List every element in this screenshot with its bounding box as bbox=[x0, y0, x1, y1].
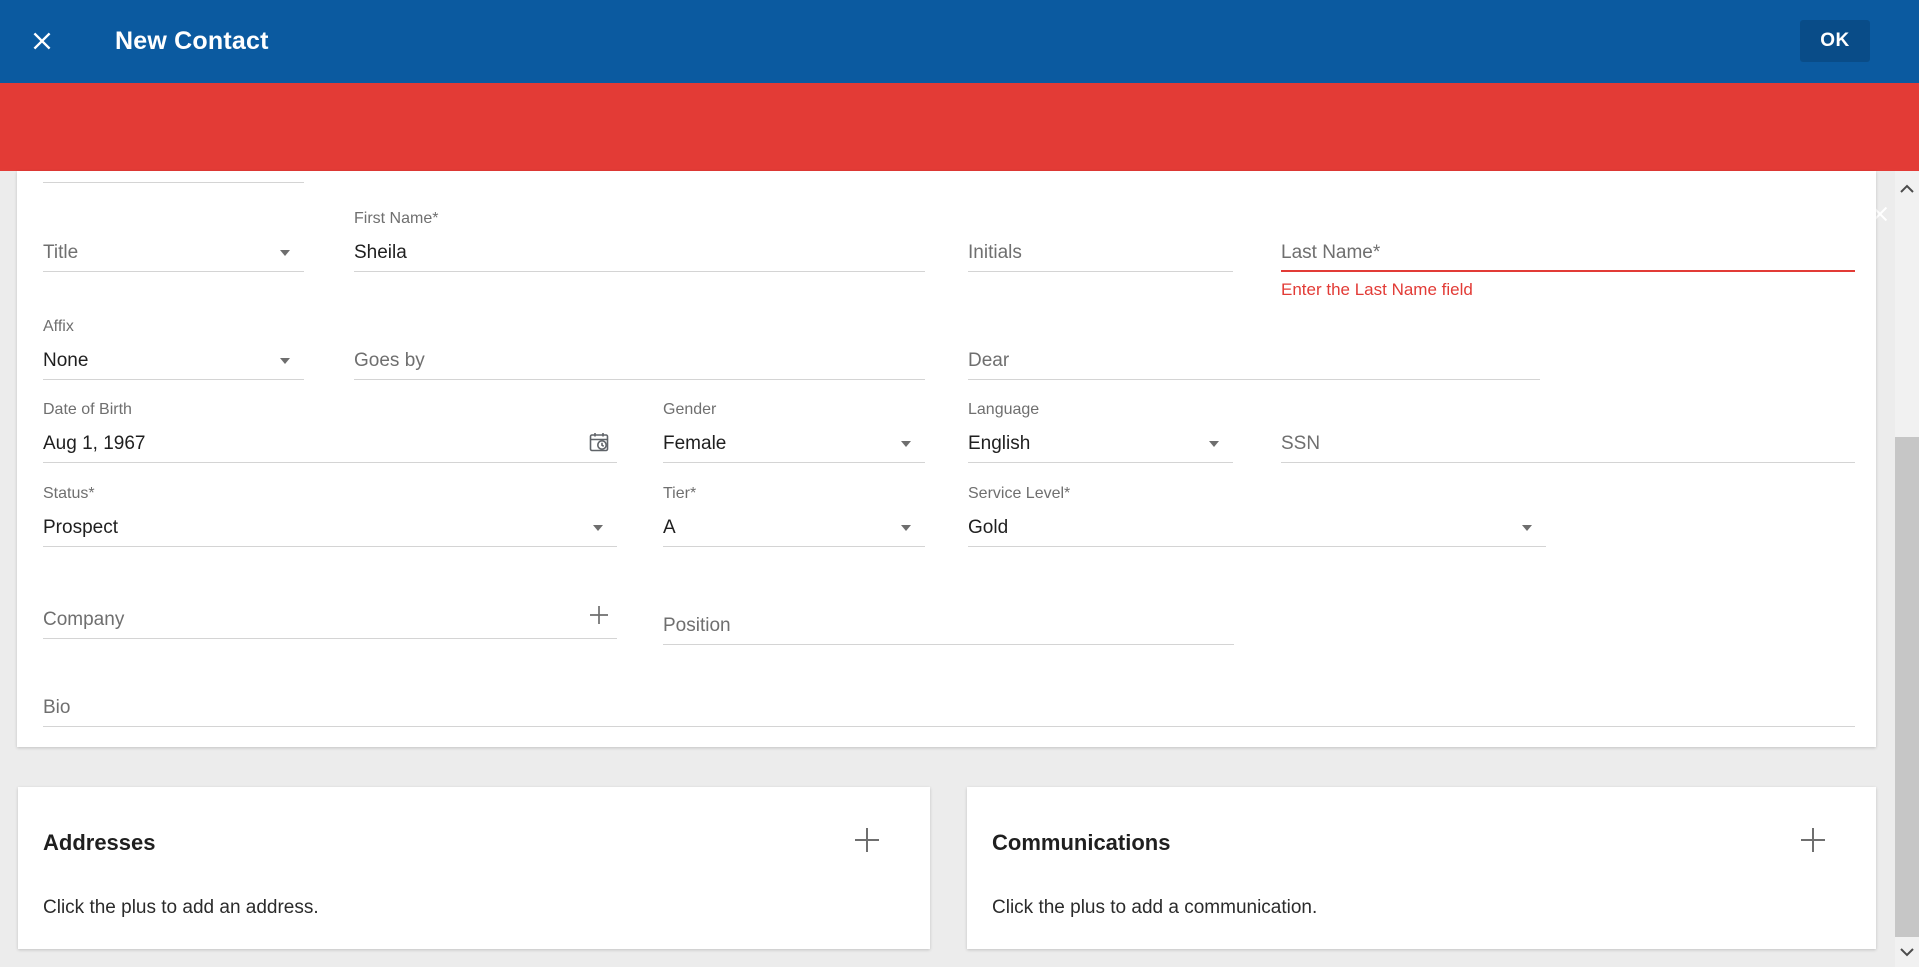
company-placeholder: Company bbox=[43, 609, 124, 631]
dropdown-arrow-icon bbox=[1522, 525, 1532, 531]
field-underline bbox=[663, 546, 925, 547]
dialog-header: New Contact OK bbox=[0, 0, 1919, 83]
date-of-birth-label: Date of Birth bbox=[43, 401, 132, 419]
tier-label: Tier* bbox=[663, 485, 696, 503]
affix-select[interactable]: Affix None bbox=[43, 318, 304, 380]
last-name-field[interactable]: Last Name* Enter the Last Name field bbox=[1281, 210, 1855, 272]
field-underline bbox=[354, 379, 925, 380]
field-underline bbox=[43, 726, 1855, 727]
plus-icon bbox=[1798, 825, 1828, 855]
title-placeholder: Title bbox=[43, 242, 78, 264]
field-underline bbox=[43, 638, 617, 639]
addresses-title: Addresses bbox=[43, 830, 156, 856]
title-select[interactable]: Title bbox=[43, 210, 304, 272]
field-underline bbox=[1281, 462, 1855, 463]
ok-button[interactable]: OK bbox=[1800, 20, 1870, 62]
addresses-hint: Click the plus to add an address. bbox=[43, 897, 319, 919]
initials-placeholder: Initials bbox=[968, 242, 1022, 264]
last-name-label: Last Name* bbox=[1281, 242, 1380, 264]
calendar-clock-icon bbox=[587, 430, 611, 454]
add-address-button[interactable] bbox=[852, 825, 882, 855]
date-of-birth-field[interactable]: Date of Birth Aug 1, 1967 bbox=[43, 401, 617, 463]
first-name-value: Sheila bbox=[354, 242, 407, 264]
service-level-select[interactable]: Service Level* Gold bbox=[968, 485, 1546, 547]
bio-field[interactable]: Bio bbox=[43, 665, 1855, 727]
dropdown-arrow-icon bbox=[280, 358, 290, 364]
field-underline bbox=[663, 462, 925, 463]
field-underline bbox=[663, 644, 1234, 645]
scrollbar-thumb[interactable] bbox=[1895, 437, 1919, 937]
communications-hint: Click the plus to add a communication. bbox=[992, 897, 1317, 919]
field-underline bbox=[43, 462, 617, 463]
gender-select[interactable]: Gender Female bbox=[663, 401, 925, 463]
plus-icon bbox=[587, 603, 611, 627]
field-underline bbox=[43, 379, 304, 380]
field-underline bbox=[968, 379, 1540, 380]
position-placeholder: Position bbox=[663, 615, 731, 637]
field-underline bbox=[354, 271, 925, 272]
field-underline bbox=[43, 546, 617, 547]
field-underline-error bbox=[1281, 270, 1855, 272]
error-banner: Please correct the data bbox=[0, 83, 1919, 171]
affix-label: Affix bbox=[43, 318, 74, 336]
company-field[interactable]: Company bbox=[43, 577, 617, 639]
field-underline bbox=[968, 271, 1233, 272]
plus-icon bbox=[852, 825, 882, 855]
gender-label: Gender bbox=[663, 401, 716, 419]
affix-value: None bbox=[43, 350, 88, 372]
date-of-birth-value: Aug 1, 1967 bbox=[43, 433, 145, 455]
first-name-label: First Name* bbox=[354, 210, 438, 228]
dropdown-arrow-icon bbox=[901, 525, 911, 531]
dropdown-arrow-icon bbox=[901, 441, 911, 447]
first-name-field[interactable]: First Name* Sheila bbox=[354, 210, 925, 272]
dear-field[interactable]: Dear bbox=[968, 318, 1540, 380]
status-label: Status* bbox=[43, 485, 95, 503]
bio-placeholder: Bio bbox=[43, 697, 70, 719]
communications-title: Communications bbox=[992, 830, 1170, 856]
contact-form-panel: Title First Name* Sheila Initials Last N… bbox=[17, 171, 1876, 747]
language-value: English bbox=[968, 433, 1030, 455]
new-contact-dialog: New Contact OK Please correct the data T… bbox=[0, 0, 1919, 967]
dropdown-arrow-icon bbox=[1209, 441, 1219, 447]
initials-field[interactable]: Initials bbox=[968, 210, 1233, 272]
dropdown-arrow-icon bbox=[593, 525, 603, 531]
field-underline bbox=[43, 271, 304, 272]
language-label: Language bbox=[968, 401, 1039, 419]
dropdown-arrow-icon bbox=[280, 250, 290, 256]
close-icon bbox=[29, 28, 55, 54]
service-level-label: Service Level* bbox=[968, 485, 1070, 503]
field-underline bbox=[968, 462, 1233, 463]
close-dialog-button[interactable] bbox=[29, 28, 55, 54]
communications-card: Communications Click the plus to add a c… bbox=[967, 787, 1876, 949]
goes-by-placeholder: Goes by bbox=[354, 350, 425, 372]
tier-select[interactable]: Tier* A bbox=[663, 485, 925, 547]
goes-by-field[interactable]: Goes by bbox=[354, 318, 925, 380]
clipped-field-underline bbox=[43, 182, 304, 183]
dear-placeholder: Dear bbox=[968, 350, 1009, 372]
ssn-placeholder: SSN bbox=[1281, 433, 1320, 455]
service-level-value: Gold bbox=[968, 517, 1008, 539]
position-field[interactable]: Position bbox=[663, 583, 1234, 645]
field-underline bbox=[968, 546, 1546, 547]
ok-button-label: OK bbox=[1820, 30, 1850, 52]
scroll-up-button[interactable] bbox=[1895, 175, 1919, 201]
chevron-down-icon bbox=[1900, 948, 1914, 957]
date-picker-button[interactable] bbox=[587, 430, 611, 454]
ssn-field[interactable]: SSN bbox=[1281, 401, 1855, 463]
language-select[interactable]: Language English bbox=[968, 401, 1233, 463]
dialog-title: New Contact bbox=[115, 27, 269, 56]
addresses-card: Addresses Click the plus to add an addre… bbox=[18, 787, 930, 949]
status-value: Prospect bbox=[43, 517, 118, 539]
chevron-up-icon bbox=[1900, 184, 1914, 193]
vertical-scrollbar[interactable] bbox=[1895, 171, 1919, 967]
add-communication-button[interactable] bbox=[1798, 825, 1828, 855]
last-name-error-text: Enter the Last Name field bbox=[1281, 280, 1473, 300]
scroll-down-button[interactable] bbox=[1895, 939, 1919, 965]
add-company-button[interactable] bbox=[587, 603, 611, 627]
status-select[interactable]: Status* Prospect bbox=[43, 485, 617, 547]
gender-value: Female bbox=[663, 433, 726, 455]
tier-value: A bbox=[663, 517, 676, 539]
